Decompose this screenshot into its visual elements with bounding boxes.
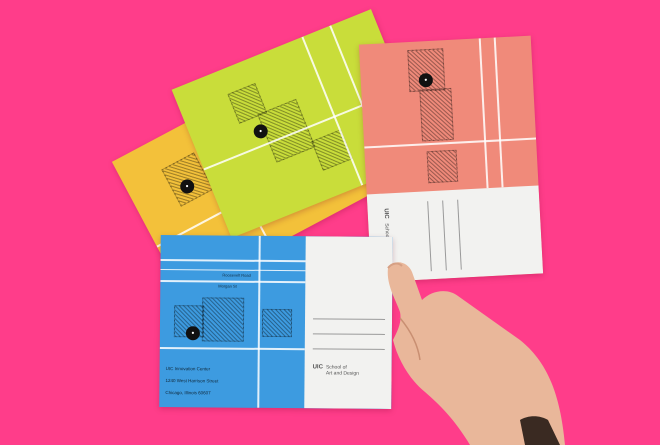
hand-illustration [387, 262, 565, 445]
photo-scene: ● ● ● UIC School of Art and Design [0, 0, 660, 445]
